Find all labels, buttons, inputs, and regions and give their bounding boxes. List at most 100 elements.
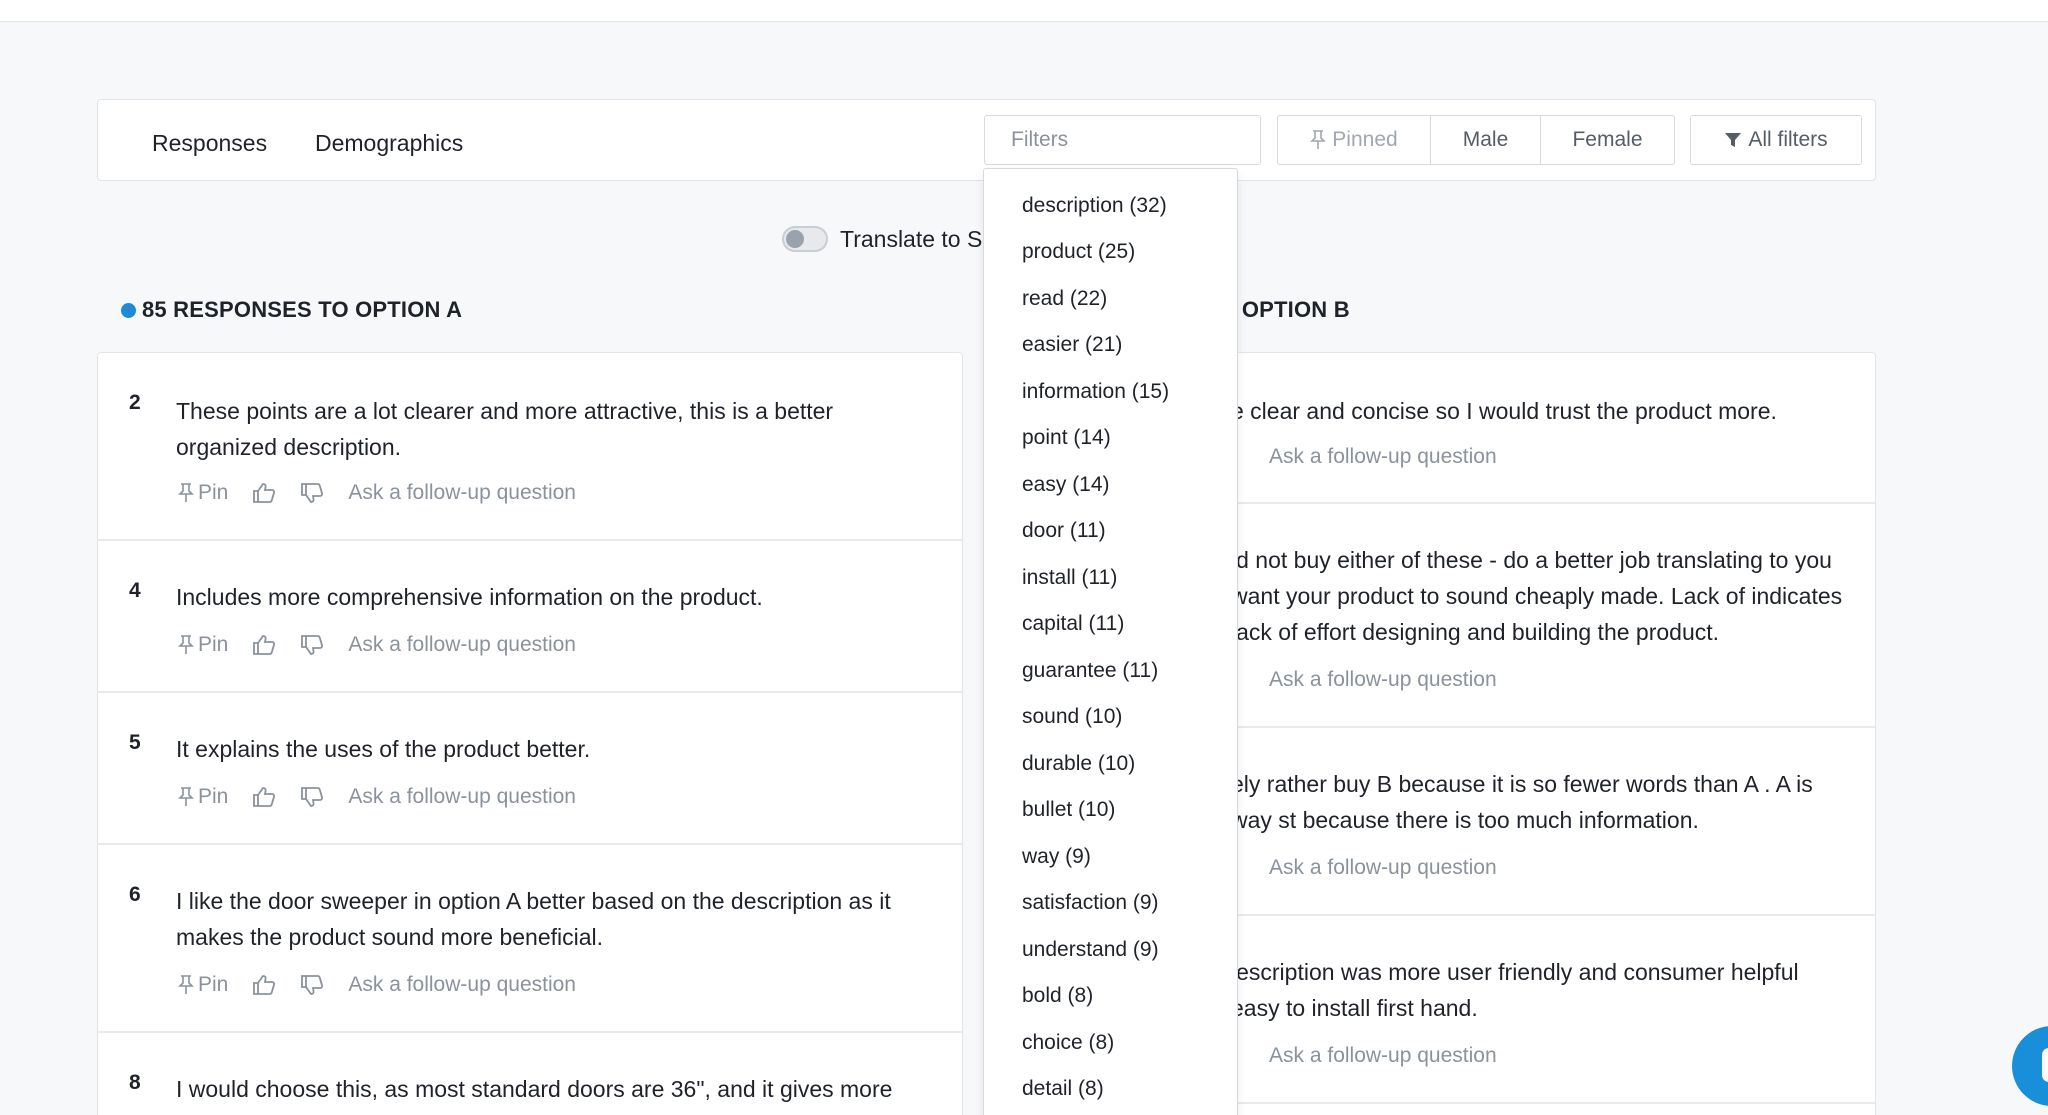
response-text: It explains the uses of the product bett… <box>176 736 591 762</box>
keyword-option[interactable]: bold (8) <box>1022 984 1093 1008</box>
tab-demographics[interactable]: Demographics <box>315 130 463 157</box>
male-label: Male <box>1462 128 1509 151</box>
response-number: 4 <box>129 579 141 602</box>
pin-icon <box>178 483 194 502</box>
response-actions: Pin Ask a follow-up question <box>178 973 576 997</box>
translate-label: Translate to Si <box>840 225 988 252</box>
thumbs-up-button[interactable] <box>252 634 276 656</box>
pin-button[interactable]: Pin <box>178 481 228 505</box>
keyword-option[interactable]: satisfaction (9) <box>1022 891 1159 915</box>
keyword-option[interactable]: easy (14) <box>1022 473 1110 497</box>
translate-row: Translate to Si <box>782 222 987 256</box>
thumbs-up-icon <box>253 787 276 807</box>
thumbs-down-icon <box>301 483 324 503</box>
thumbs-up-icon <box>253 975 276 995</box>
follow-up-link[interactable]: Ask a follow-up question <box>348 633 576 657</box>
thumbs-up-icon <box>253 635 276 655</box>
keyword-option[interactable]: understand (9) <box>1022 938 1159 962</box>
keyword-option[interactable]: point (14) <box>1022 426 1111 450</box>
follow-up-link[interactable]: Ask a follow-up question <box>1269 445 1497 469</box>
response-card: 8 I would choose this, as most standard … <box>98 1033 962 1115</box>
keyword-option[interactable]: information (15) <box>1022 380 1169 404</box>
keyword-option[interactable]: bullet (10) <box>1022 798 1115 822</box>
response-text: ely rather buy B because it is so fewer … <box>1231 771 1813 833</box>
filters-input[interactable] <box>984 115 1261 165</box>
tab-responses[interactable]: Responses <box>152 130 267 157</box>
pin-icon <box>1310 130 1327 149</box>
keyword-option[interactable]: capital (11) <box>1022 612 1124 636</box>
thumbs-up-icon <box>253 483 276 503</box>
response-text: lescription was more user friendly and c… <box>1231 959 1799 1021</box>
keyword-option[interactable]: product (25) <box>1022 240 1135 264</box>
thumbs-down-button[interactable] <box>300 786 324 808</box>
follow-up-link[interactable]: Ask a follow-up question <box>348 785 576 809</box>
response-card: 5 It explains the uses of the product be… <box>98 693 962 845</box>
filters-dropdown: description (32) product (25) read (22) … <box>983 168 1238 1115</box>
keyword-option[interactable]: sound (10) <box>1022 705 1122 729</box>
all-filters-button[interactable]: All filters <box>1690 115 1862 165</box>
follow-up-label: Ask a follow-up question <box>1269 1044 1497 1067</box>
response-actions: Pin Ask a follow-up question <box>178 481 576 505</box>
response-text: These points are a lot clearer and more … <box>176 398 834 460</box>
thumbs-down-icon <box>301 635 324 655</box>
response-text: I like the door sweeper in option A bett… <box>176 888 891 950</box>
keyword-option[interactable]: install (11) <box>1022 566 1117 590</box>
option-a-responses: 2 These points are a lot clearer and mor… <box>97 352 963 1115</box>
pin-label: Pin <box>198 481 229 504</box>
response-actions: Ask a follow-up question <box>1269 445 1497 469</box>
response-number: 6 <box>129 883 141 906</box>
follow-up-label: Ask a follow-up question <box>348 633 576 656</box>
chat-launcher-button[interactable] <box>2012 1026 2048 1106</box>
follow-up-link[interactable]: Ask a follow-up question <box>348 481 576 505</box>
response-number: 2 <box>129 391 141 414</box>
response-number: 8 <box>129 1071 141 1094</box>
female-filter-button[interactable]: Female <box>1540 115 1675 165</box>
keyword-option[interactable]: read (22) <box>1022 287 1107 311</box>
pin-button[interactable]: Pin <box>178 973 228 997</box>
thumbs-down-button[interactable] <box>300 974 324 996</box>
follow-up-link[interactable]: Ask a follow-up question <box>348 973 576 997</box>
female-label: Female <box>1572 128 1643 151</box>
option-a-title: 85 RESPONSES TO OPTION A <box>121 297 462 323</box>
response-actions: Pin Ask a follow-up question <box>178 633 576 657</box>
follow-up-label: Ask a follow-up question <box>1269 668 1497 691</box>
follow-up-label: Ask a follow-up question <box>348 973 576 996</box>
keyword-option[interactable]: detail (8) <box>1022 1077 1104 1101</box>
thumbs-down-icon <box>301 975 324 995</box>
thumbs-down-button[interactable] <box>300 482 324 504</box>
keyword-option[interactable]: description (32) <box>1022 194 1167 218</box>
follow-up-link[interactable]: Ask a follow-up question <box>1269 668 1497 692</box>
keyword-option[interactable]: choice (8) <box>1022 1031 1114 1055</box>
pin-icon <box>178 787 194 806</box>
keyword-option[interactable]: easier (21) <box>1022 333 1122 357</box>
pin-icon <box>178 975 194 994</box>
response-text: Includes more comprehensive information … <box>176 584 763 610</box>
thumbs-down-button[interactable] <box>300 634 324 656</box>
thumbs-up-button[interactable] <box>252 786 276 808</box>
follow-up-link[interactable]: Ask a follow-up question <box>1269 856 1497 880</box>
pin-label: Pin <box>198 633 229 656</box>
option-b-title-text: ) OPTION B <box>1228 297 1350 322</box>
response-text: ld not buy either of these - do a better… <box>1231 547 1843 645</box>
keyword-option[interactable]: way (9) <box>1022 845 1091 869</box>
pin-label: Pin <box>198 973 229 996</box>
translate-toggle[interactable] <box>782 226 828 252</box>
response-card: 4 Includes more comprehensive informatio… <box>98 541 962 693</box>
thumbs-up-button[interactable] <box>252 482 276 504</box>
thumbs-up-button[interactable] <box>252 974 276 996</box>
keyword-option[interactable]: door (11) <box>1022 519 1106 543</box>
male-filter-button[interactable]: Male <box>1430 115 1541 165</box>
thumbs-down-icon <box>301 787 324 807</box>
pin-label: Pin <box>198 785 229 808</box>
pinned-filter-button[interactable]: Pinned <box>1277 115 1431 165</box>
filter-icon <box>1725 133 1742 147</box>
pin-button[interactable]: Pin <box>178 633 228 657</box>
keyword-option[interactable]: guarantee (11) <box>1022 659 1158 683</box>
keyword-option[interactable]: durable (10) <box>1022 752 1135 776</box>
option-a-title-text: 85 RESPONSES TO OPTION A <box>142 297 463 322</box>
all-filters-label: All filters <box>1748 128 1828 151</box>
follow-up-link[interactable]: Ask a follow-up question <box>1269 1044 1497 1068</box>
response-text: I would choose this, as most standard do… <box>176 1076 893 1102</box>
pin-button[interactable]: Pin <box>178 785 228 809</box>
response-number: 5 <box>129 731 141 754</box>
